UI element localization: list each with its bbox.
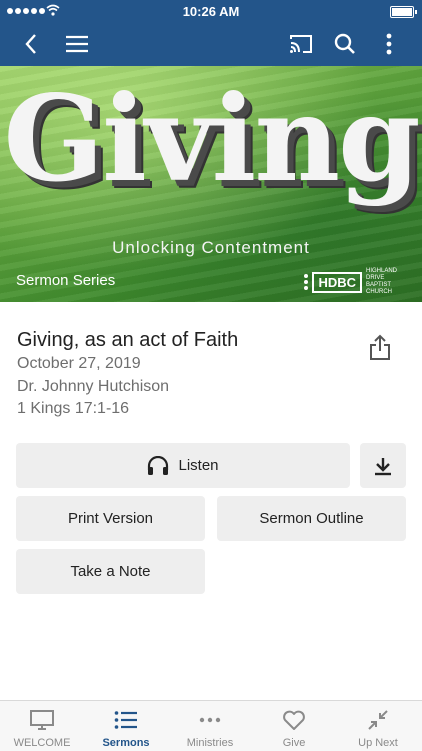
tab-ministries[interactable]: Ministries [168, 701, 252, 751]
tab-ministries-label: Ministries [186, 737, 234, 749]
sermon-outline-button[interactable]: Sermon Outline [217, 496, 406, 541]
back-button[interactable] [14, 22, 48, 66]
tab-welcome[interactable]: WELCOME [0, 701, 84, 751]
tab-welcome-label: WELCOME [13, 737, 71, 749]
back-icon [25, 34, 36, 54]
monitor-icon [30, 710, 54, 730]
cast-button[interactable] [284, 22, 318, 66]
listen-label: Listen [178, 457, 219, 474]
download-icon [375, 457, 391, 475]
share-icon [370, 334, 390, 360]
listen-button[interactable]: Listen [16, 443, 350, 488]
download-button[interactable] [360, 443, 406, 488]
more-icon [386, 33, 392, 55]
sermon-title: Giving, as an act of Faith [17, 329, 239, 351]
logo-text: HDBC [312, 271, 362, 293]
list-icon [114, 711, 137, 729]
print-version-button[interactable]: Print Version [16, 496, 205, 541]
banner-title: Giving [3, 69, 420, 208]
dots-icon [199, 717, 221, 723]
more-options-button[interactable] [372, 22, 406, 66]
sermon-speaker: Dr. Johnny Hutchison [17, 378, 170, 395]
tab-sermons-label: Sermons [102, 737, 150, 749]
tab-give-label: Give [282, 737, 306, 749]
series-label: Sermon Series [16, 272, 116, 289]
search-button[interactable] [328, 22, 362, 66]
share-button[interactable] [366, 333, 394, 361]
heart-icon [283, 710, 305, 730]
sermon-series-banner: Giving Unlocking Contentment Sermon Seri… [0, 66, 422, 302]
tab-up-next[interactable]: Up Next [336, 701, 420, 751]
banner-subtitle: Unlocking Contentment [112, 238, 310, 257]
tab-give[interactable]: Give [252, 701, 336, 751]
collapse-icon [368, 710, 388, 730]
sermon-outline-label: Sermon Outline [259, 510, 364, 527]
menu-button[interactable] [60, 22, 94, 66]
status-bar: 10:26 AM [0, 0, 422, 22]
church-logo: HDBC HIGHLAND DRIVE BAPTIST CHURCH [304, 268, 408, 296]
take-note-label: Take a Note [70, 563, 151, 580]
sermon-passage: 1 Kings 17:1-16 [17, 400, 130, 417]
logo-dots [304, 274, 309, 290]
search-icon [334, 33, 355, 54]
status-time: 10:26 AM [182, 4, 240, 19]
cast-icon [290, 35, 312, 53]
menu-icon [66, 35, 88, 53]
headphones-icon [148, 455, 169, 475]
take-note-button[interactable]: Take a Note [16, 549, 205, 594]
tab-up-next-label: Up Next [358, 737, 398, 749]
sermon-date: October 27, 2019 [17, 355, 141, 372]
tab-sermons[interactable]: Sermons [84, 701, 168, 751]
nav-bar [0, 22, 422, 66]
print-version-label: Print Version [67, 510, 154, 527]
logo-subtext: HIGHLAND DRIVE BAPTIST CHURCH [366, 268, 398, 295]
battery-icon [390, 6, 417, 18]
tab-bar: WELCOME Sermons Ministries Give Up Next [0, 700, 422, 751]
